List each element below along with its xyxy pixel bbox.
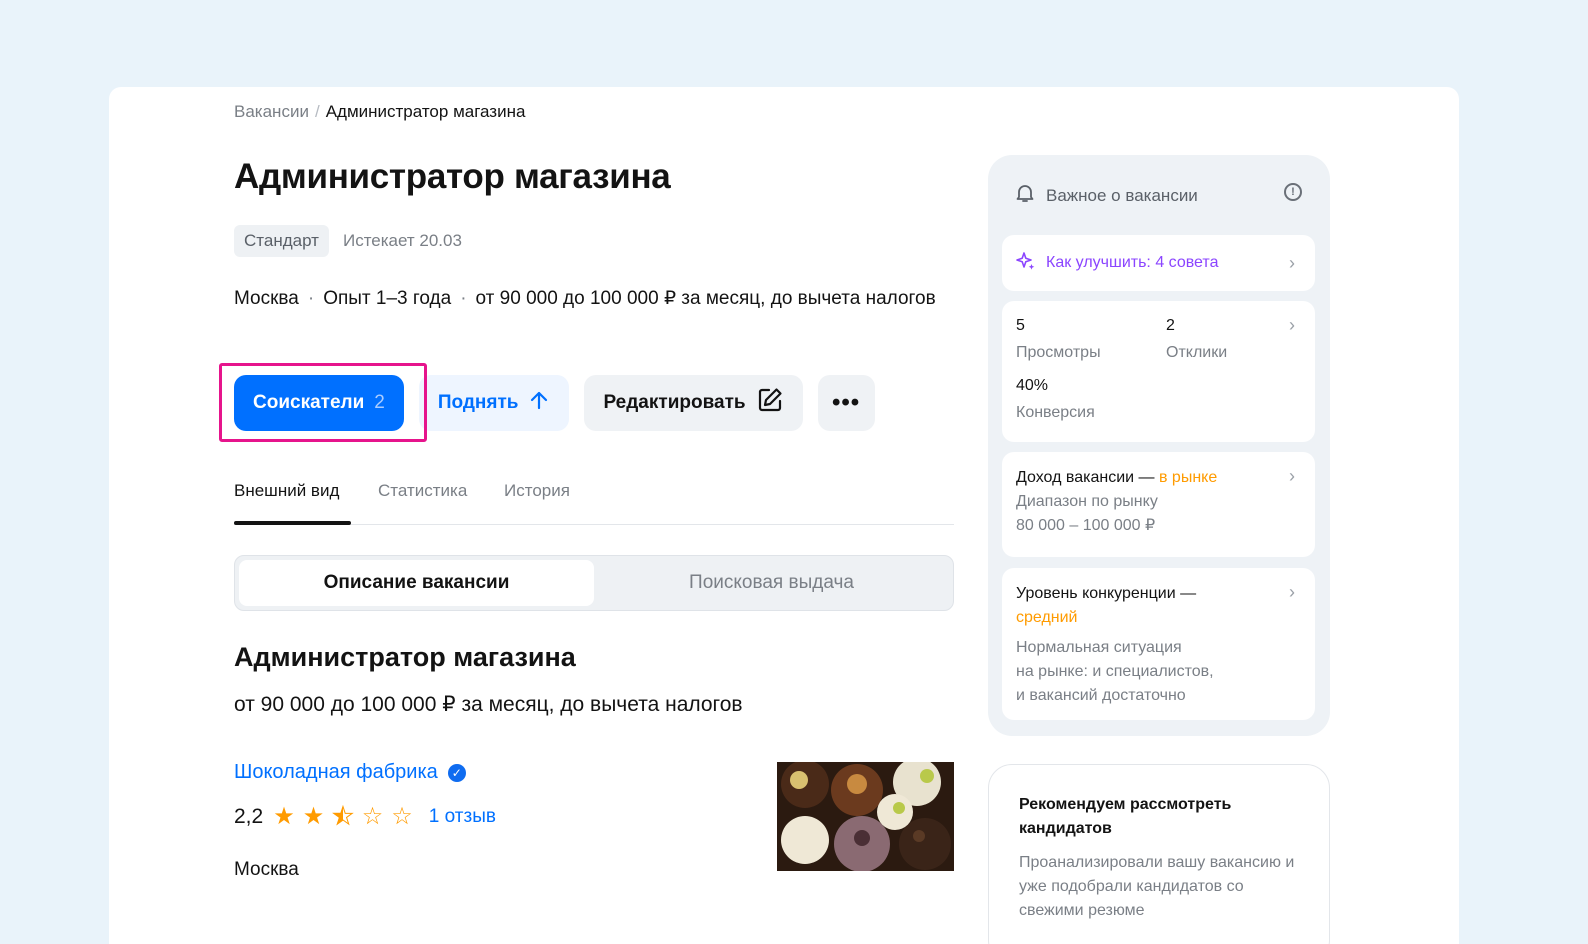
tab-statistics[interactable]: Статистика — [378, 481, 467, 501]
vacancy-insights-panel: Важное о вакансии ! Как улучшить: 4 сове… — [988, 155, 1330, 736]
reviews-link[interactable]: 1 отзыв — [429, 806, 496, 828]
company-photo — [777, 762, 954, 871]
summary-salary: от 90 000 до 100 000 ₽ за месяц, до выче… — [475, 288, 936, 309]
segment-search-results[interactable]: Поисковая выдача — [594, 560, 949, 606]
conversion-stat: 40% Конверсия — [1016, 377, 1095, 422]
active-tab-indicator — [234, 521, 351, 525]
raise-button[interactable]: Поднять — [418, 375, 570, 431]
breadcrumb-current: Администратор магазина — [325, 102, 526, 121]
improve-tips-card[interactable]: Как улучшить: 4 совета › — [1002, 235, 1315, 291]
more-options-button[interactable]: ••• — [817, 375, 875, 431]
summary-experience: Опыт 1–3 года — [323, 288, 452, 309]
info-icon[interactable]: ! — [1284, 183, 1302, 201]
recommend-title: Рекомендуем рассмотреть кандидатов — [1019, 796, 1232, 837]
competition-card[interactable]: Уровень конкуренции — средний Нормальная… — [1002, 568, 1315, 720]
income-range-value: 80 000 – 100 000 ₽ — [1016, 517, 1156, 534]
chevron-right-icon: › — [1289, 582, 1295, 602]
competition-status: средний — [1016, 609, 1078, 626]
raise-label: Поднять — [437, 392, 519, 413]
recommend-candidates-card[interactable]: Рекомендуем рассмотреть кандидатов Проан… — [988, 764, 1330, 944]
competition-text-1: Нормальная ситуация — [1016, 639, 1182, 656]
chevron-right-icon: › — [1289, 252, 1295, 273]
income-status: в рынке — [1158, 469, 1218, 486]
competition-title: Уровень конкуренции — — [1016, 585, 1197, 602]
company-link[interactable]: Шоколадная фабрика ✓ — [234, 761, 466, 784]
chevron-right-icon: › — [1289, 315, 1295, 335]
tab-appearance[interactable]: Внешний вид — [234, 481, 339, 501]
views-value: 5 — [1016, 317, 1025, 334]
income-title: Доход вакансии — в рынке — [1016, 469, 1218, 486]
rating-value: 2,2 — [234, 805, 264, 828]
income-card[interactable]: Доход вакансии — в рынке Диапазон по рын… — [1002, 452, 1315, 557]
vacancy-summary: Москва · Опыт 1–3 года · от 90 000 до 100 00… — [234, 288, 936, 309]
star-empty-icon: ☆ — [391, 803, 413, 830]
breadcrumb-vacancies-link[interactable]: Вакансии — [234, 102, 309, 121]
edit-icon — [756, 386, 784, 420]
competition-text-2: на рынке: и специалистов, — [1016, 663, 1214, 680]
chevron-right-icon: › — [1289, 466, 1295, 486]
responses-label: Отклики — [1166, 344, 1228, 361]
views-stat: 5 Просмотры — [1016, 317, 1101, 362]
views-label: Просмотры — [1016, 344, 1101, 361]
tabs-bar: Внешний вид Статистика История — [234, 473, 954, 525]
bell-icon — [1016, 183, 1034, 208]
verified-badge-icon: ✓ — [447, 763, 466, 782]
responses-stat: 2 Отклики — [1166, 317, 1227, 362]
star-empty-icon: ☆ — [361, 803, 384, 830]
plan-badge: Стандарт — [234, 225, 329, 257]
more-dots-icon: ••• — [831, 389, 861, 416]
competition-text-3: и вакансий достаточно — [1016, 687, 1186, 704]
applicants-label: Соискатели — [253, 392, 365, 413]
income-range-label: Диапазон по рынку — [1016, 493, 1158, 510]
conversion-value: 40% — [1016, 377, 1049, 394]
page-title: Администратор магазина — [234, 157, 671, 196]
actions-bar: Соискатели 2 Поднять Редактировать ••• — [234, 375, 875, 431]
breadcrumb: Вакансии / Администратор магазина — [234, 102, 525, 122]
meta-row: Стандарт Истекает 20.03 — [234, 225, 462, 257]
edit-button[interactable]: Редактировать — [584, 375, 803, 431]
preview-city: Москва — [234, 859, 299, 880]
tips-label: Как улучшить: 4 совета — [1046, 254, 1219, 271]
sparkle-icon — [1016, 251, 1036, 276]
responses-value: 2 — [1166, 317, 1175, 334]
arrow-up-icon — [528, 389, 550, 417]
conversion-label: Конверсия — [1016, 404, 1095, 421]
applicants-count: 2 — [374, 392, 385, 413]
insights-header: Важное о вакансии — [1016, 183, 1198, 208]
stats-card[interactable]: 5 Просмотры 2 Отклики 40% Конверсия › — [1002, 301, 1315, 442]
star-half-icon: ★ — [332, 803, 354, 830]
rating-row: 2,2 ★ ★ ★ ☆ ☆ 1 отзыв — [234, 803, 496, 830]
insights-title: Важное о вакансии — [1046, 185, 1198, 205]
view-switcher: Описание вакансии Поисковая выдача — [234, 555, 954, 611]
expiry-date: Истекает 20.03 — [342, 231, 462, 250]
star-full-icon: ★ — [273, 803, 295, 830]
page-card: Вакансии / Администратор магазина Админист… — [109, 87, 1459, 944]
segment-description[interactable]: Описание вакансии — [239, 560, 594, 606]
recommend-text: Проанализировали вашу вакансию и уже под… — [1019, 854, 1295, 919]
star-full-icon: ★ — [302, 803, 325, 830]
summary-city: Москва — [234, 288, 299, 309]
tab-history[interactable]: История — [504, 481, 570, 501]
preview-salary: от 90 000 до 100 000 ₽ за месяц, до выче… — [234, 693, 743, 716]
breadcrumb-separator: / — [314, 102, 320, 121]
company-name: Шоколадная фабрика — [234, 761, 438, 783]
edit-label: Редактировать — [603, 392, 746, 413]
preview-title: Администратор магазина — [234, 642, 576, 672]
applicants-button[interactable]: Соискатели 2 — [234, 375, 404, 431]
